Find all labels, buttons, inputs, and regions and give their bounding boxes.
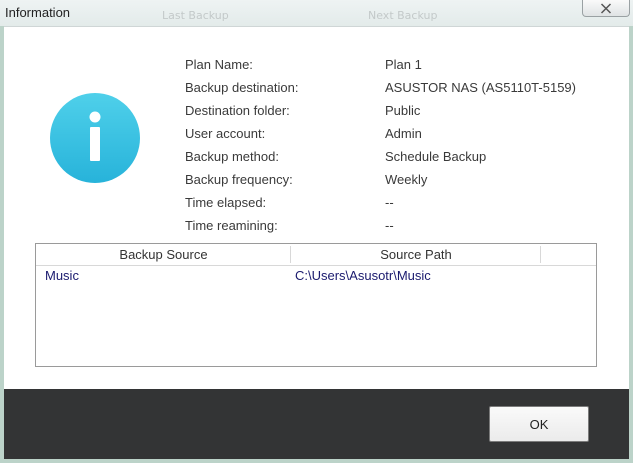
detail-label: User account:	[185, 126, 266, 141]
detail-value: --	[385, 218, 394, 233]
detail-label: Backup destination:	[185, 80, 299, 95]
detail-value: Schedule Backup	[385, 149, 487, 164]
column-header-backup-source[interactable]: Backup Source	[36, 244, 291, 265]
window-border-bottom	[0, 459, 633, 463]
table-row[interactable]: Music C:\Users\Asusotr\Music	[36, 266, 596, 286]
table-header: Backup Source Source Path	[36, 244, 596, 266]
detail-label: Backup method:	[185, 149, 279, 164]
detail-label: Time reamining:	[185, 218, 278, 233]
close-icon	[600, 2, 612, 14]
detail-label: Plan Name:	[185, 57, 253, 72]
info-icon	[49, 92, 141, 184]
detail-value: Admin	[385, 126, 422, 141]
detail-label: Destination folder:	[185, 103, 290, 118]
title-bar: Last Backup Next Backup Information	[0, 0, 633, 27]
column-divider[interactable]	[540, 246, 541, 263]
cell-source-path: C:\Users\Asusotr\Music	[295, 268, 431, 283]
detail-label: Backup frequency:	[185, 172, 293, 187]
detail-value: --	[385, 195, 394, 210]
column-header-source-path[interactable]: Source Path	[291, 244, 541, 265]
detail-value: Plan 1	[385, 57, 422, 72]
background-tab-next-backup: Next Backup	[368, 9, 438, 22]
ok-button[interactable]: OK	[489, 406, 589, 442]
detail-value: Weekly	[385, 172, 428, 187]
backup-source-table[interactable]: Backup Source Source Path Music C:\Users…	[35, 243, 597, 367]
detail-label: Time elapsed:	[185, 195, 267, 210]
background-tab-last-backup: Last Backup	[162, 9, 229, 22]
close-button[interactable]	[582, 0, 630, 17]
window-border-right	[629, 26, 633, 463]
detail-value: Public	[385, 103, 421, 118]
cell-backup-source: Music	[45, 268, 79, 283]
detail-value: ASUSTOR NAS (AS5110T-5159)	[385, 80, 576, 95]
window-title: Information	[5, 5, 71, 20]
